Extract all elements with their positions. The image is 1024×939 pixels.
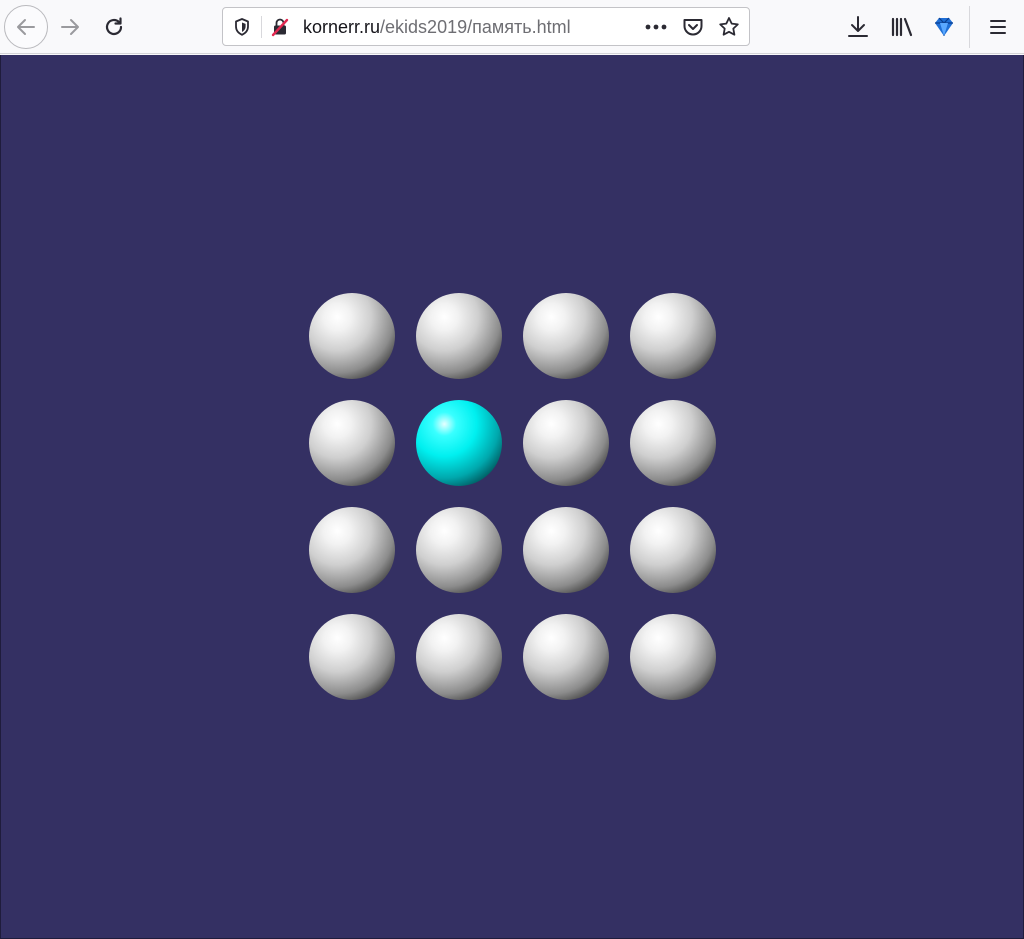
reload-button[interactable] [92, 5, 136, 49]
url-host: kornerr.ru [303, 17, 381, 37]
ball[interactable] [630, 400, 716, 486]
pocket-icon [683, 19, 703, 36]
forward-button[interactable] [48, 5, 92, 49]
ball-lit[interactable] [416, 400, 502, 486]
pocket-button[interactable] [681, 16, 705, 38]
insecure-lock-icon [271, 18, 289, 37]
downloads-button[interactable] [844, 12, 872, 42]
game-area [0, 55, 1024, 939]
library-button[interactable] [888, 12, 916, 42]
ball[interactable] [630, 293, 716, 379]
ball[interactable] [630, 614, 716, 700]
site-security-button[interactable] [269, 16, 291, 38]
ball[interactable] [630, 507, 716, 593]
page-actions-button[interactable] [641, 16, 671, 38]
ball[interactable] [523, 400, 609, 486]
extension-button[interactable] [930, 12, 958, 42]
ball[interactable] [416, 614, 502, 700]
menu-button[interactable] [984, 12, 1012, 42]
ball[interactable] [523, 293, 609, 379]
url-separator [261, 16, 262, 38]
url-path: /ekids2019/память.html [380, 17, 571, 37]
address-bar[interactable]: kornerr.ru/ekids2019/память.html [222, 7, 750, 46]
ball[interactable] [309, 507, 395, 593]
ball[interactable] [309, 293, 395, 379]
toolbar-divider [969, 6, 970, 48]
back-button[interactable] [4, 5, 48, 49]
hamburger-menu-icon [990, 20, 1006, 34]
diamond-extension-icon [935, 17, 953, 36]
ball[interactable] [309, 614, 395, 700]
ball[interactable] [309, 400, 395, 486]
bookmark-button[interactable] [717, 16, 741, 38]
library-icon [891, 17, 913, 37]
more-dots-icon [645, 24, 667, 30]
ball[interactable] [416, 293, 502, 379]
url-text[interactable]: kornerr.ru/ekids2019/память.html [303, 17, 571, 37]
ball[interactable] [416, 507, 502, 593]
shield-icon [235, 18, 249, 36]
arrow-left-icon [17, 19, 35, 35]
ball[interactable] [523, 507, 609, 593]
browser-toolbar: kornerr.ru/ekids2019/память.html [0, 0, 1024, 54]
reload-icon [105, 17, 123, 36]
ball[interactable] [523, 614, 609, 700]
arrow-right-icon [61, 19, 79, 35]
tracking-protection-button[interactable] [231, 16, 253, 38]
star-icon [719, 17, 739, 36]
download-icon [848, 16, 868, 37]
